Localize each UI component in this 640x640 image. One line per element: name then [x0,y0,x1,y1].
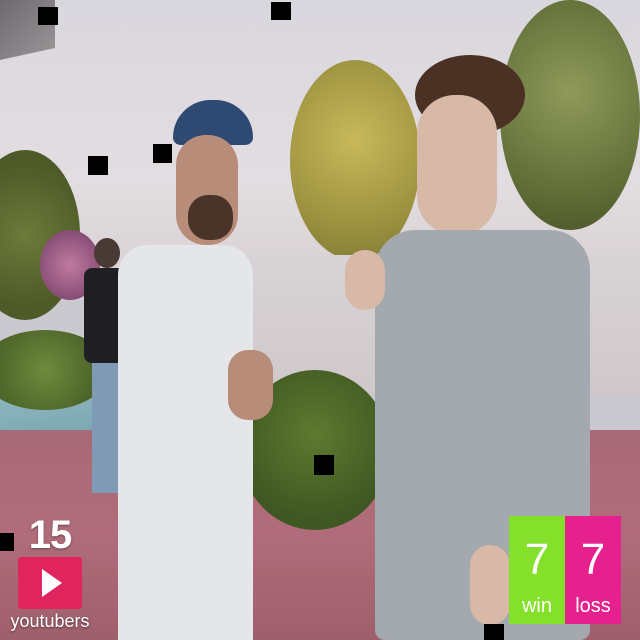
win-label: win [521,595,552,617]
loss-score: 7 loss [565,516,621,624]
man-in-cap [118,100,283,640]
noise-square [314,455,334,475]
play-icon [42,569,62,597]
noise-square [153,144,172,163]
noise-square [484,624,504,640]
noise-square [271,2,291,20]
youtube-logo [18,557,82,609]
noise-square [38,7,58,25]
win-score: 7 win [509,516,565,624]
youtubers-counter: 15 youtubers [10,513,90,631]
loss-label: loss [575,595,611,617]
youtubers-label: youtubers [10,611,90,631]
youtubers-count: 15 [28,513,73,557]
noise-square [88,156,108,175]
win-value: 7 [524,535,550,584]
loss-value: 7 [580,535,606,584]
